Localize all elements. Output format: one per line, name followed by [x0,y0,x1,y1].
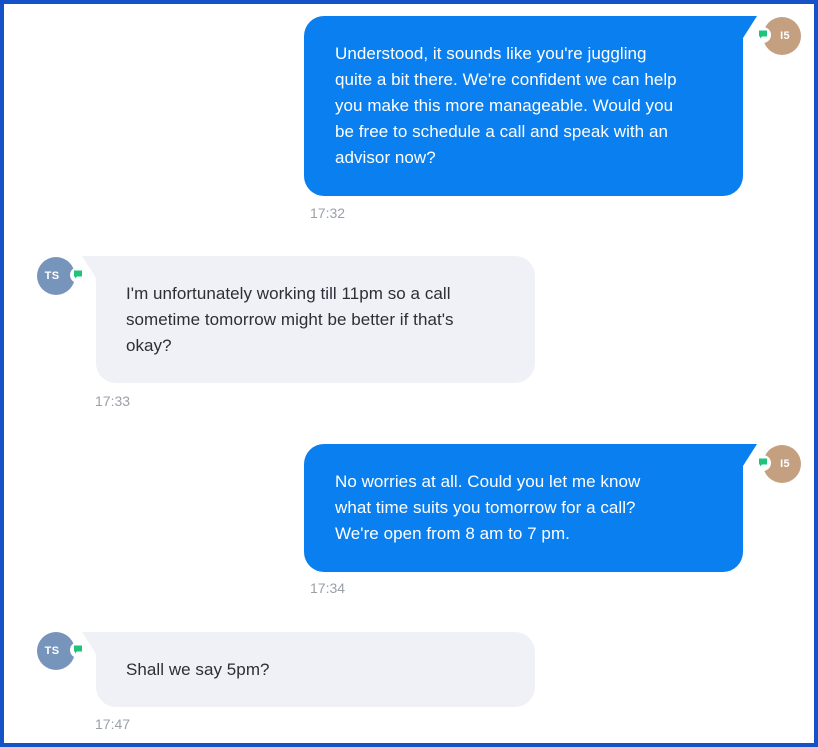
chat-transcript: Understood, it sounds like you're juggli… [0,0,818,747]
avatar-initials: TS [44,645,60,657]
bubble-tail [82,632,96,654]
message-timestamp: 17:34 [310,580,346,596]
message-bubble-incoming: I'm unfortunately working till 11pm so a… [82,256,535,383]
message-text: Shall we say 5pm? [126,660,270,679]
avatar-initials: TS [44,270,60,282]
message-text: Understood, it sounds like you're juggli… [335,44,677,167]
avatar-initials: I5 [780,30,790,42]
message-timestamp: 17:32 [310,205,346,221]
message-timestamp: 17:47 [95,716,131,732]
message-timestamp: 17:33 [95,393,131,409]
message-text: No worries at all. Could you let me know… [335,472,641,543]
message-text: I'm unfortunately working till 11pm so a… [126,284,454,355]
bubble-tail [82,256,96,278]
message-bubble-outgoing: No worries at all. Could you let me know… [304,444,757,572]
message-bubble-outgoing: Understood, it sounds like you're juggli… [304,16,757,196]
chat-bubble-icon [755,455,771,471]
avatar-initials: I5 [780,458,790,470]
message-bubble-incoming: Shall we say 5pm? [82,632,535,707]
chat-bubble-icon [755,27,771,43]
